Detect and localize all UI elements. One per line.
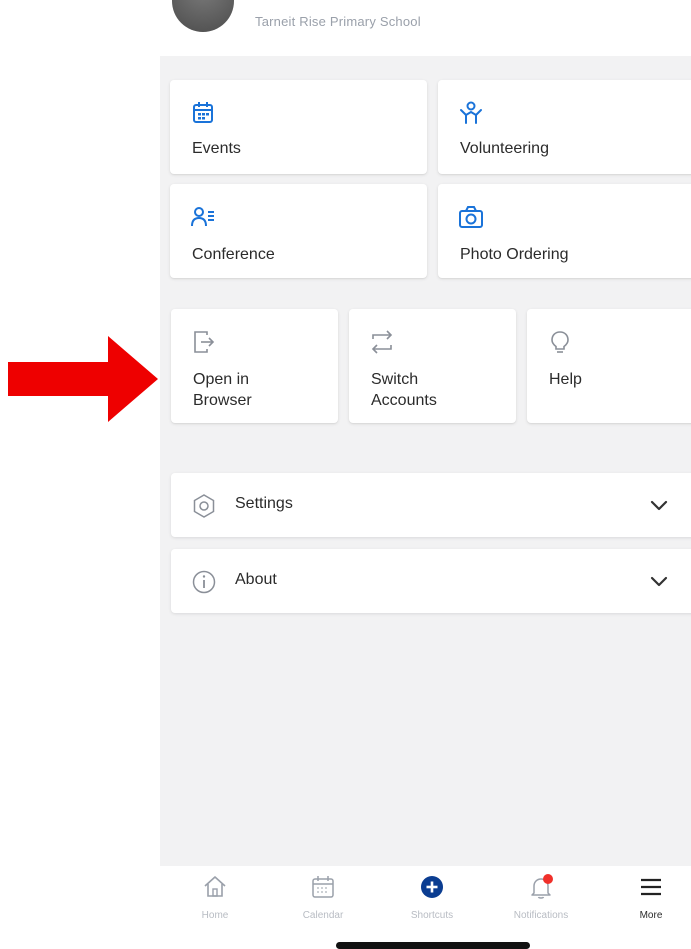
tab-notifications-label: Notifications: [513, 910, 569, 921]
gear-icon: [193, 494, 215, 518]
settings-section[interactable]: Settings: [171, 473, 691, 537]
open-external-icon: [194, 331, 215, 353]
about-section[interactable]: About: [171, 549, 691, 613]
bell-icon: [531, 874, 553, 899]
tab-calendar[interactable]: Calendar: [273, 874, 373, 934]
events-label: Events: [192, 140, 241, 157]
home-indicator: [336, 942, 530, 949]
bottom-tab-bar: Home Calendar Shortcuts Notifications Mo…: [160, 866, 691, 949]
switch-accounts-card[interactable]: Switch Accounts: [349, 309, 516, 423]
chevron-down-icon[interactable]: [649, 571, 669, 591]
conference-icon: [191, 207, 214, 227]
open-in-browser-card[interactable]: Open in Browser: [171, 309, 338, 423]
settings-label: Settings: [235, 495, 293, 512]
open-in-browser-label-line2: Browser: [193, 392, 252, 409]
volunteering-label: Volunteering: [460, 140, 549, 157]
conference-label: Conference: [192, 246, 275, 263]
help-label: Help: [549, 371, 582, 388]
chevron-down-icon[interactable]: [649, 495, 669, 515]
volunteering-card[interactable]: Volunteering: [438, 80, 691, 174]
switch-accounts-label-line2: Accounts: [371, 392, 437, 409]
switch-icon: [371, 330, 393, 354]
switch-accounts-label-line1: Switch: [371, 371, 419, 388]
photo-ordering-label: Photo Ordering: [460, 246, 569, 263]
tab-home-label: Home: [201, 910, 229, 921]
volunteer-icon: [460, 101, 482, 124]
events-card[interactable]: Events: [170, 80, 427, 174]
info-icon: [192, 570, 216, 594]
notification-badge: [543, 874, 553, 884]
tab-shortcuts-label: Shortcuts: [410, 910, 454, 921]
open-in-browser-label-line1: Open in: [193, 371, 250, 388]
tab-calendar-label: Calendar: [302, 910, 344, 921]
help-card[interactable]: Help: [527, 309, 691, 423]
lightbulb-icon: [551, 331, 569, 353]
tab-more[interactable]: More: [601, 874, 691, 934]
home-icon: [204, 876, 226, 897]
school-name: Tarneit Rise Primary School: [255, 14, 421, 29]
menu-icon: [641, 878, 661, 896]
calendar-icon: [312, 876, 334, 898]
plus-circle-icon: [421, 876, 443, 898]
annotation-arrow-icon: [8, 336, 158, 422]
more-screen: Tarneit Rise Primary School Events Volun…: [160, 0, 691, 949]
avatar[interactable]: [172, 0, 234, 32]
profile-header: Tarneit Rise Primary School: [160, 0, 691, 56]
conference-card[interactable]: Conference: [170, 184, 427, 278]
tab-shortcuts[interactable]: Shortcuts: [382, 874, 482, 934]
tab-more-label: More: [639, 910, 663, 921]
tab-notifications[interactable]: Notifications: [491, 874, 591, 934]
photo-ordering-card[interactable]: Photo Ordering: [438, 184, 691, 278]
tab-home[interactable]: Home: [165, 874, 265, 934]
calendar-icon: [193, 102, 213, 123]
about-label: About: [235, 571, 277, 588]
camera-icon: [459, 206, 483, 228]
